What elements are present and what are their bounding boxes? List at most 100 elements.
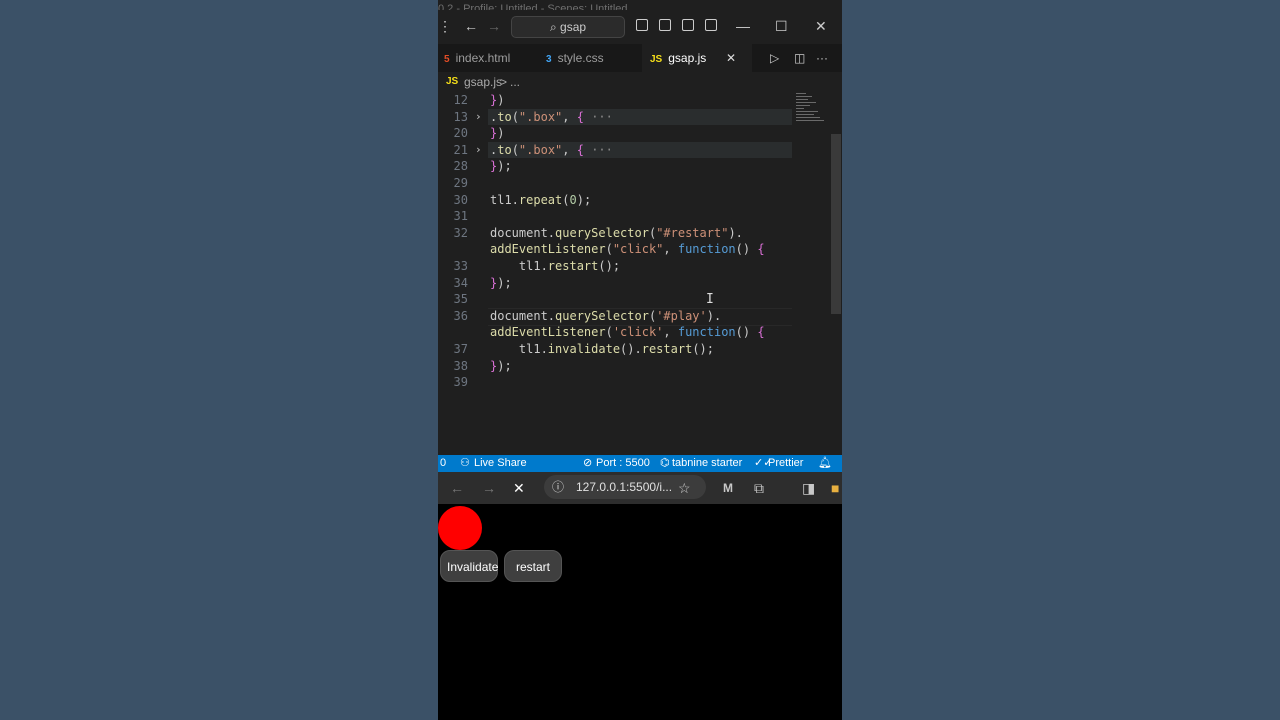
toggle-panel-icon[interactable] — [659, 19, 671, 31]
close-tab-icon[interactable]: ✕ — [726, 44, 736, 72]
fold-chevron-icon[interactable]: › — [475, 142, 482, 159]
code-line[interactable]: 32 document.querySelector("#restart"). — [438, 225, 842, 242]
url-text: 127.0.0.1:5500/i... — [576, 480, 673, 494]
code-line[interactable]: 29 — [438, 175, 842, 192]
tab-label: style.css — [557, 51, 604, 65]
line-number: 29 — [453, 176, 468, 190]
animated-box — [438, 506, 482, 550]
code-line[interactable]: 33 tl1.restart(); — [438, 258, 842, 275]
live-share-button[interactable]: Live Share — [474, 455, 527, 472]
code-line[interactable]: addEventListener("click", function() { — [438, 241, 842, 258]
tab-label: index.html — [455, 51, 511, 65]
html-file-icon: 5 — [444, 54, 450, 65]
bookmark-star-icon[interactable]: ☆ — [678, 478, 691, 498]
invalidate-button[interactable]: Invalidate — [440, 550, 498, 582]
title-bar: 0.2 - Profile: Untitled - Scenes: Untitl… — [438, 0, 842, 44]
tab-index-html[interactable]: 5 index.html — [438, 44, 540, 72]
port-status[interactable]: Port : 5500 — [596, 455, 650, 472]
line-number: 32 — [453, 225, 468, 240]
restart-button[interactable]: restart — [504, 550, 562, 582]
fold-chevron-icon[interactable]: › — [475, 109, 482, 126]
code-text: tl1.repeat(0); — [490, 192, 592, 207]
browser-back-icon[interactable]: ← — [450, 478, 464, 498]
code-line[interactable]: 20}) — [438, 125, 842, 142]
line-number: 38 — [453, 358, 468, 373]
breadcrumb-file[interactable]: gsap.js — [464, 72, 502, 92]
browser-forward-icon[interactable]: → — [482, 478, 496, 498]
line-number: 34 — [453, 275, 468, 290]
tabnine-status[interactable]: tabnine starter — [672, 455, 742, 472]
back-arrow-icon[interactable]: ← — [464, 16, 478, 36]
text-cursor-icon: I — [706, 292, 714, 307]
code-line[interactable]: 35 — [438, 291, 842, 308]
prettier-status[interactable]: Prettier — [768, 455, 803, 472]
close-window-icon[interactable]: ✕ — [815, 16, 827, 36]
breadcrumb: JS gsap.js > ... — [438, 72, 842, 92]
split-editor-icon[interactable]: ◫ — [794, 48, 805, 68]
extensions-puzzle-icon[interactable]: ⧉ — [754, 478, 764, 498]
notifications-bell-icon[interactable]: 🔔︎ — [818, 455, 832, 472]
line-number: 37 — [453, 342, 468, 356]
code-line[interactable]: 28}); — [438, 158, 842, 175]
breadcrumb-rest[interactable]: ... — [510, 72, 520, 92]
search-label: gsap — [560, 20, 587, 34]
code-line[interactable]: 30 tl1.repeat(0); — [438, 192, 842, 209]
line-number: 30 — [453, 192, 468, 207]
more-actions-icon[interactable]: ··· — [816, 48, 828, 68]
code-text: }); — [490, 358, 512, 373]
menu-icon[interactable]: ⋮ — [438, 16, 452, 36]
maximize-icon[interactable]: ☐ — [775, 16, 788, 36]
code-text: addEventListener("click", function() { — [490, 242, 765, 257]
tab-label: gsap.js — [668, 51, 707, 65]
line-number: 39 — [453, 375, 468, 390]
command-search[interactable]: ⌕ gsap — [511, 16, 625, 38]
code-line[interactable]: 13 › .to(".box", { ··· — [438, 108, 842, 126]
line-number: 31 — [453, 209, 468, 224]
minimap[interactable] — [794, 92, 830, 132]
code-text: tl1.restart(); — [490, 259, 621, 273]
js-file-icon: JS — [650, 54, 663, 65]
code-line[interactable]: 34}); — [438, 275, 842, 292]
code-line[interactable]: 31 — [438, 208, 842, 225]
editor-tabs: 5 index.html 3 style.css JS gsap.js ✕ ▷ ◫ ·… — [438, 44, 842, 72]
tab-style-css[interactable]: 3 style.css — [540, 44, 642, 72]
scrollbar-thumb[interactable] — [831, 134, 841, 314]
profile-avatar-icon[interactable]: ■ — [831, 478, 839, 498]
toggle-sidebar-icon[interactable] — [636, 19, 648, 31]
code-line[interactable]: 21 › .to(".box", { ··· — [438, 141, 842, 159]
tab-gsap-js[interactable]: JS gsap.js ✕ — [642, 44, 752, 72]
code-text: document.querySelector('#play'). — [490, 308, 722, 323]
code-line[interactable]: addEventListener('click', function() { — [438, 324, 842, 341]
forward-arrow-icon[interactable]: → — [487, 16, 501, 36]
site-info-icon[interactable]: ⓘ — [552, 475, 564, 499]
css-file-icon: 3 — [546, 54, 552, 65]
browser-toolbar: ← → ✕ ⓘ 127.0.0.1:5500/i... ☆ M ⧉ ◨ ■ — [438, 472, 842, 504]
code-text: tl1.invalidate().restart(); — [490, 342, 714, 356]
port-icon: ⊘ — [583, 457, 593, 469]
code-editor[interactable]: 12}) 13 › .to(".box", { ··· 20}) 21 › .to(".box… — [438, 92, 842, 456]
minimize-icon[interactable]: — — [736, 16, 750, 36]
code-line[interactable]: 39 — [438, 374, 842, 391]
line-number: 21 — [453, 142, 468, 157]
code-text: .to(".box", { ··· — [490, 109, 613, 124]
line-number: 33 — [453, 259, 468, 273]
side-panel-icon[interactable]: ◨ — [802, 478, 815, 498]
search-icon: ⌕ — [549, 20, 557, 34]
code-line[interactable]: 12}) — [438, 92, 842, 109]
code-line[interactable]: 36 document.querySelector('#play'). — [438, 307, 842, 326]
code-line[interactable]: 38}); — [438, 358, 842, 375]
line-number: 13 — [453, 109, 468, 124]
line-number: 28 — [453, 159, 468, 174]
js-file-icon: JS — [446, 76, 459, 87]
customize-layout-icon[interactable] — [705, 19, 717, 31]
code-text: }); — [490, 275, 512, 290]
toggle-secondary-sidebar-icon[interactable] — [682, 19, 694, 31]
code-text: document.querySelector("#restart"). — [490, 225, 743, 240]
line-number: 12 — [453, 93, 468, 107]
live-share-icon: ⚇ — [460, 457, 470, 469]
stop-loading-icon[interactable]: ✕ — [513, 478, 525, 498]
run-icon[interactable]: ▷ — [770, 48, 779, 68]
problems-count[interactable]: 0 — [440, 455, 446, 472]
code-line[interactable]: 37 tl1.invalidate().restart(); — [438, 341, 842, 358]
extension-icon[interactable]: M — [723, 478, 733, 498]
